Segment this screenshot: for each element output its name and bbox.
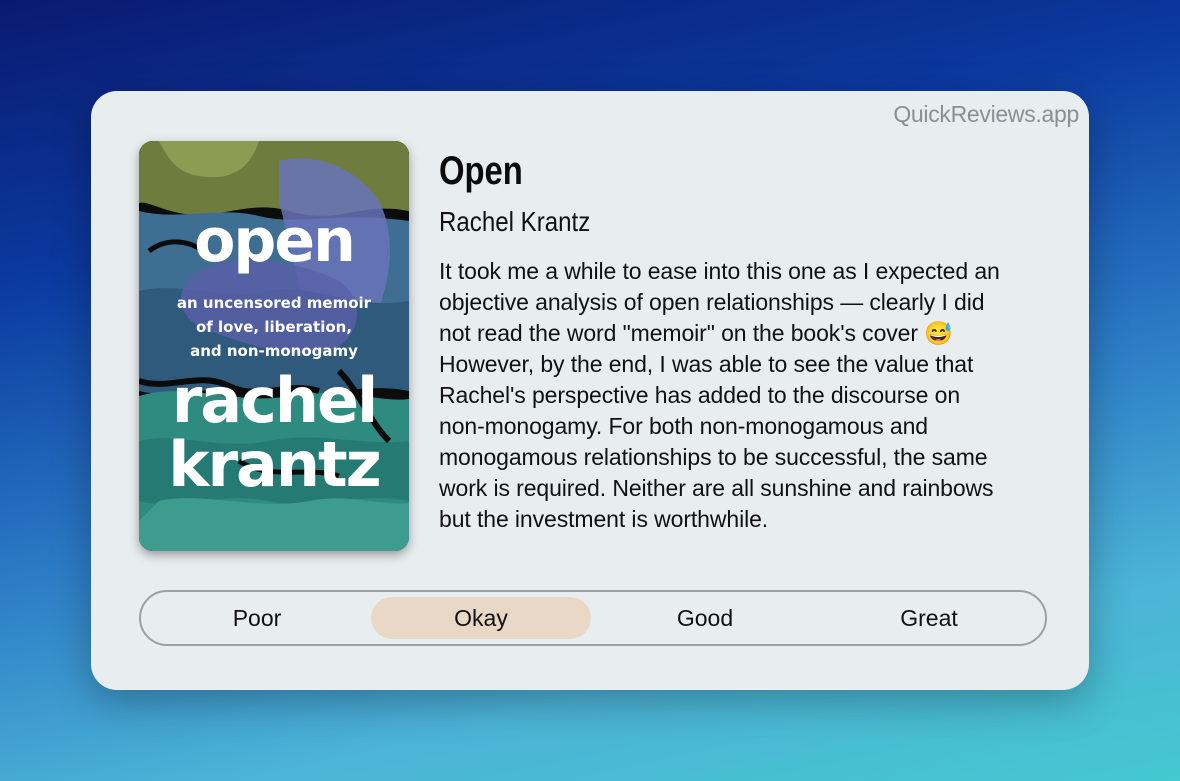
cover-title: open (194, 206, 356, 276)
rating-selector: Poor Okay Good Great (139, 590, 1047, 646)
cover-author: rachel krantz (168, 364, 382, 501)
book-cover: open an uncensored memoir of love, liber… (139, 141, 409, 551)
cover-subtitle: an uncensored memoir of love, liberation… (176, 294, 372, 360)
book-author: Rachel Krantz (439, 206, 591, 237)
review-card: QuickReviews.app open an uncensored memo… (91, 91, 1089, 690)
rating-option-poor[interactable]: Poor (147, 597, 367, 639)
brand-label: QuickReviews.app (893, 101, 1079, 127)
rating-option-great[interactable]: Great (819, 597, 1039, 639)
book-title: Open (439, 149, 523, 193)
rating-option-okay[interactable]: Okay (371, 597, 591, 639)
rating-option-good[interactable]: Good (595, 597, 815, 639)
review-text: It took me a while to ease into this one… (439, 258, 1000, 532)
